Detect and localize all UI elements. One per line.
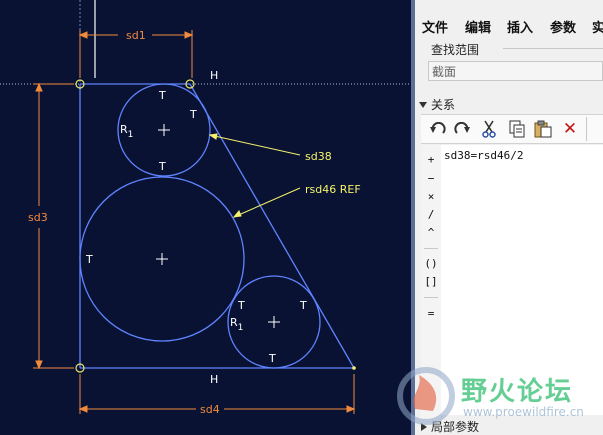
operator-parentheses-button[interactable]: () bbox=[421, 255, 441, 273]
operator-brackets-button[interactable]: [] bbox=[421, 273, 441, 291]
operator-power-button[interactable]: ^ bbox=[421, 224, 441, 242]
horizontal-constraint-bottom: H bbox=[210, 373, 218, 386]
annotation-rsd46[interactable]: rsd46 REF bbox=[305, 183, 361, 196]
menu-utilities[interactable]: 实 bbox=[592, 17, 603, 36]
tangent-constraint: T bbox=[268, 352, 276, 365]
relations-toolbar: ✕ bbox=[421, 114, 603, 144]
operator-plus-button[interactable]: + bbox=[421, 151, 441, 169]
delete-icon[interactable]: ✕ bbox=[559, 118, 581, 140]
operator-minus-button[interactable]: − bbox=[421, 170, 441, 188]
dimension-sd4-label[interactable]: sd4 bbox=[200, 403, 220, 416]
toolbar-separator bbox=[586, 117, 587, 141]
circle-centers bbox=[156, 124, 280, 328]
copy-icon[interactable] bbox=[506, 118, 528, 140]
operator-separator bbox=[424, 297, 438, 298]
tangent-constraint: T bbox=[189, 108, 197, 121]
dimension-sd1-label[interactable]: sd1 bbox=[126, 29, 146, 42]
slanted-edge[interactable] bbox=[189, 83, 355, 369]
annotation-sd38[interactable]: sd38 bbox=[305, 150, 332, 163]
equal-radius-constraint: R1 bbox=[120, 123, 133, 140]
menu-parameters[interactable]: 参数 bbox=[550, 17, 576, 36]
cut-icon[interactable] bbox=[478, 118, 500, 140]
menu-file[interactable]: 文件 bbox=[422, 17, 448, 36]
flame-logo-icon bbox=[397, 367, 455, 425]
operator-equals-button[interactable]: = bbox=[421, 305, 441, 323]
watermark: 野火论坛 www.proewildfire.cn bbox=[395, 365, 603, 427]
watermark-title: 野火论坛 bbox=[461, 377, 574, 407]
chevron-down-icon bbox=[419, 102, 427, 108]
tangent-constraint: T bbox=[85, 253, 93, 266]
sketch-canvas[interactable]: sd1 sd3 sd4 sd38 rsd46 REF H H T T T T T… bbox=[0, 0, 411, 435]
menu-edit[interactable]: 编辑 bbox=[465, 17, 491, 36]
watermark-url: www.proewildfire.cn bbox=[463, 405, 584, 419]
tangent-constraint: T bbox=[299, 299, 307, 312]
tangent-constraint: T bbox=[158, 89, 166, 102]
lookup-title: 查找范围 bbox=[431, 43, 480, 57]
undo-icon[interactable] bbox=[427, 118, 449, 140]
operator-separator bbox=[424, 248, 438, 249]
operator-divide-button[interactable]: / bbox=[421, 206, 441, 224]
operator-multiply-button[interactable]: × bbox=[421, 188, 441, 206]
relation-text[interactable]: sd38=rsd46/2 bbox=[444, 149, 523, 162]
tangent-constraint: T bbox=[158, 160, 166, 173]
redo-icon[interactable] bbox=[451, 118, 473, 140]
dimension-sd3[interactable] bbox=[33, 82, 74, 370]
horizontal-constraint-top: H bbox=[210, 69, 218, 82]
equal-radius-constraint: R1 bbox=[230, 316, 243, 333]
dimension-sd3-label[interactable]: sd3 bbox=[28, 211, 48, 224]
lookup-select[interactable]: 截面 bbox=[428, 61, 603, 81]
menu-bar: 文件 编辑 插入 参数 实 bbox=[415, 0, 603, 46]
paste-icon[interactable] bbox=[532, 118, 554, 140]
group-divider bbox=[503, 48, 603, 49]
relations-header[interactable]: 关系 bbox=[415, 96, 455, 112]
menu-insert[interactable]: 插入 bbox=[507, 17, 533, 36]
tangent-constraint: T bbox=[237, 299, 245, 312]
vertex-markers bbox=[75, 79, 195, 373]
corner-point bbox=[352, 366, 356, 370]
